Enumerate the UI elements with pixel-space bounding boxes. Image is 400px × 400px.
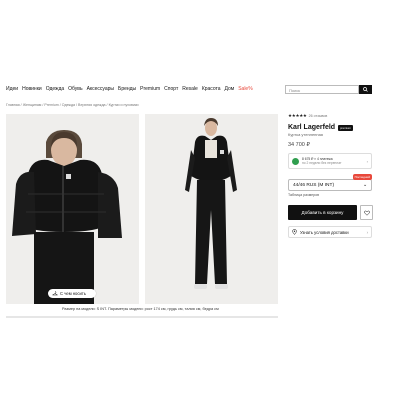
- premium-badge: premium: [338, 124, 353, 131]
- size-selector-wrap: 44/46 RUS (M INT) ⌄ Последний: [288, 174, 372, 191]
- rating-row[interactable]: ★★★★★ 26 отзывов: [288, 113, 378, 119]
- complete-the-look-label: С чем носить: [60, 291, 86, 296]
- product-type: Куртка утепленная: [288, 132, 323, 137]
- chevron-right-icon: ›: [366, 229, 368, 235]
- size-select[interactable]: 44/46 RUS (M INT) ⌄: [288, 179, 372, 191]
- installment-card[interactable]: 8 675 ₽ × 4 платежа по 2 недели без пере…: [288, 153, 372, 169]
- nav-item-sport[interactable]: Спорт: [164, 86, 178, 92]
- installment-icon: [292, 157, 299, 165]
- model-closeup-image: [6, 114, 139, 304]
- cta-row: Добавить в корзину: [288, 205, 378, 220]
- breadcrumb-item[interactable]: Одежда: [62, 103, 75, 107]
- rating-stars-icon: ★★★★★: [288, 113, 307, 118]
- nav-item-new[interactable]: Новинки: [22, 86, 42, 92]
- last-item-badge: Последний: [352, 174, 372, 180]
- nav-item-resale[interactable]: Resale: [182, 86, 198, 92]
- review-count: 26 отзывов: [308, 114, 328, 118]
- heart-icon: [363, 210, 370, 216]
- size-table-link[interactable]: Таблица размеров: [288, 193, 378, 197]
- breadcrumb-item[interactable]: Главная: [6, 103, 20, 107]
- product-photo-main[interactable]: [6, 114, 139, 304]
- nav-item-home[interactable]: Дом: [225, 86, 235, 92]
- favorite-button[interactable]: [360, 205, 373, 220]
- installment-terms: по 2 недели без переплат: [302, 161, 342, 165]
- nav-item-ideas[interactable]: Идеи: [6, 86, 18, 92]
- breadcrumb-item[interactable]: Premium: [44, 103, 58, 107]
- location-pin-icon: [292, 229, 297, 235]
- delivery-label: Узнать условия доставки: [300, 229, 349, 235]
- search-input[interactable]: Поиск: [285, 85, 359, 94]
- brand-name[interactable]: Karl Lagerfeld: [288, 124, 335, 131]
- main-nav: Идеи Новинки Одежда Обувь Аксессуары Бре…: [6, 86, 253, 92]
- nav-item-premium[interactable]: Premium: [140, 86, 160, 92]
- hanger-icon: [52, 291, 58, 296]
- gallery-next-row: [6, 316, 278, 318]
- brand-row: Karl Lagerfeld premium: [288, 124, 378, 131]
- search-bar: Поиск: [285, 85, 372, 94]
- chevron-right-icon: ›: [366, 158, 368, 164]
- breadcrumb-item[interactable]: Верхняя одежда: [78, 103, 106, 107]
- search-button[interactable]: [359, 85, 372, 94]
- nav-item-shoes[interactable]: Обувь: [68, 86, 82, 92]
- nav-item-sale[interactable]: Sale%: [238, 86, 252, 92]
- nav-item-beauty[interactable]: Красота: [202, 86, 221, 92]
- complete-the-look-button[interactable]: С чем носить: [48, 289, 96, 298]
- model-fullbody-image: [145, 114, 278, 304]
- size-select-value: 44/46 RUS (M INT): [293, 182, 335, 188]
- breadcrumb-item[interactable]: Женщинам: [23, 103, 42, 107]
- nav-item-accessories[interactable]: Аксессуары: [87, 86, 114, 92]
- search-icon: [363, 87, 368, 92]
- nav-item-brands[interactable]: Бренды: [118, 86, 136, 92]
- nav-item-clothes[interactable]: Одежда: [46, 86, 64, 92]
- add-to-cart-button[interactable]: Добавить в корзину: [288, 205, 357, 220]
- model-size-caption: Размер на модели: S INT. Параметры модел…: [62, 307, 219, 311]
- installment-text: 8 675 ₽ × 4 платежа по 2 недели без пере…: [302, 157, 342, 165]
- delivery-info-row[interactable]: Узнать условия доставки ›: [288, 226, 372, 238]
- breadcrumb-item[interactable]: Куртки и пуховики: [109, 103, 139, 107]
- chevron-down-icon: ⌄: [362, 182, 367, 188]
- breadcrumb: Главная / Женщинам / Premium / Одежда / …: [6, 103, 139, 107]
- product-price: 34 700 ₽: [288, 142, 310, 148]
- product-photo-secondary[interactable]: [145, 114, 278, 304]
- product-info-panel: ★★★★★ 26 отзывов Karl Lagerfeld premium …: [288, 113, 378, 238]
